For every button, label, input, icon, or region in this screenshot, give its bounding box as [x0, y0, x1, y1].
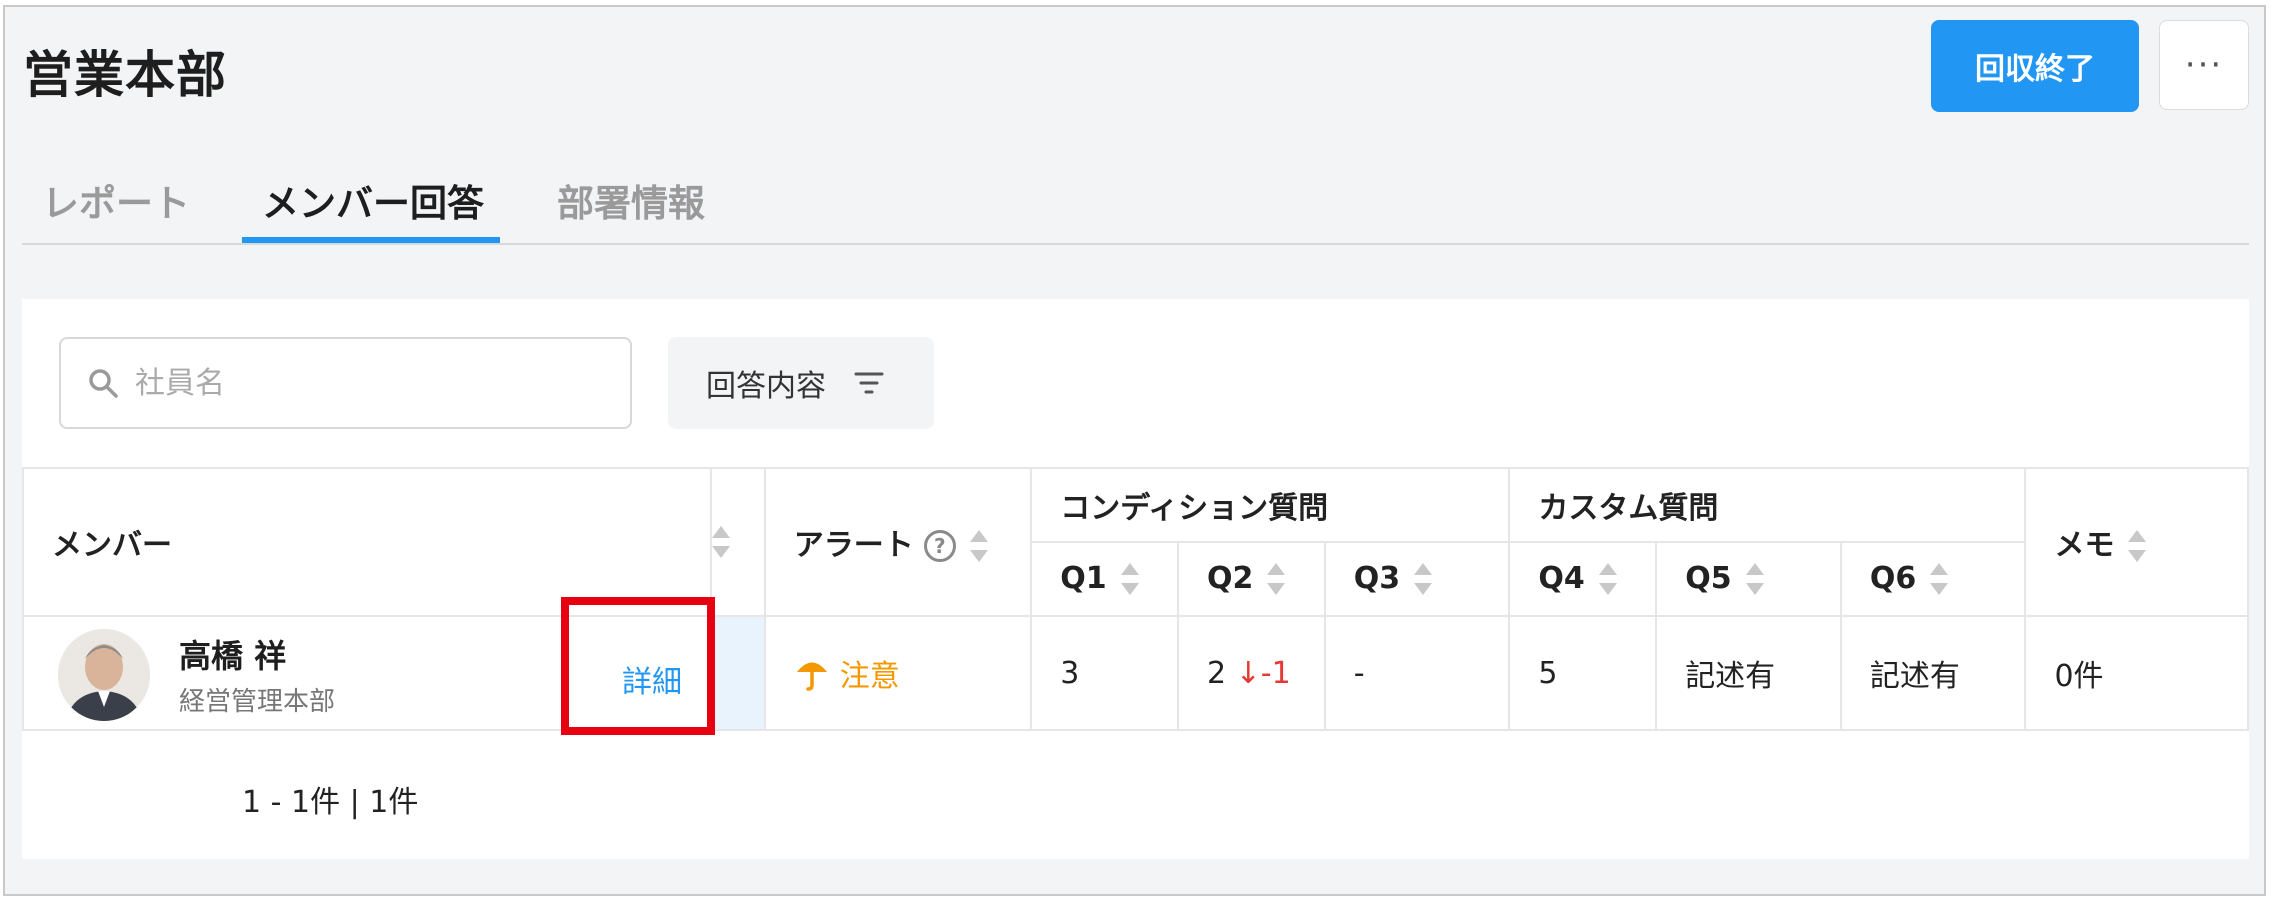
answer-filter-label: 回答内容 — [706, 369, 826, 404]
column-group-custom: カスタム質問 — [1508, 467, 2027, 543]
member-cell: 高橋 祥 経営管理本部 詳細 — [22, 615, 711, 731]
tab-bar: レポート メンバー回答 部署情報 — [22, 157, 2249, 245]
search-input[interactable] — [133, 364, 557, 402]
alert-cell: 注意 — [763, 615, 1033, 731]
memo-link[interactable]: 0件 — [2024, 615, 2249, 731]
member-department: 経営管理本部 — [179, 687, 336, 717]
detail-link[interactable]: 詳細 — [622, 657, 682, 701]
column-header-memo[interactable]: メモ — [2024, 467, 2249, 617]
column-header-q2[interactable]: Q2 — [1177, 541, 1326, 617]
sort-icon[interactable] — [969, 528, 988, 564]
member-name: 高橋 祥 — [179, 637, 287, 675]
tab-report[interactable]: レポート — [42, 173, 190, 227]
active-tab-indicator — [242, 237, 500, 243]
sort-icon[interactable] — [1267, 561, 1286, 597]
table-row: 高橋 祥 経営管理本部 詳細 注意 3 2 ↓-1 - 5 記述有 記述有 0件 — [22, 615, 2249, 731]
sort-icon[interactable] — [2128, 528, 2147, 564]
alert-label: 注意 — [839, 659, 900, 694]
member-answers-table: メンバー アラート? コンディション質問 カスタム質問 メモ Q1 Q2 Q3 … — [22, 467, 2249, 731]
sort-icon[interactable] — [1120, 561, 1139, 597]
pagination-summary: 1 - 1件 | 1件 — [242, 785, 419, 820]
column-group-condition: コンディション質問 — [1030, 467, 1511, 543]
q2-cell: 2 ↓-1 — [1177, 615, 1326, 731]
umbrella-icon — [796, 662, 827, 691]
column-header-q1[interactable]: Q1 — [1030, 541, 1179, 617]
tab-department-info[interactable]: 部署情報 — [557, 173, 705, 227]
end-collection-button[interactable]: 回収終了 — [1931, 20, 2139, 112]
column-header-alert[interactable]: アラート? — [763, 467, 1033, 617]
results-card: 回答内容 メンバー — [22, 299, 2249, 859]
q5-value[interactable]: 記述有 — [1655, 615, 1842, 731]
tab-member-answers[interactable]: メンバー回答 — [262, 173, 484, 227]
q1-value: 3 — [1030, 615, 1179, 731]
avatar — [58, 629, 150, 721]
sort-icon[interactable] — [711, 524, 730, 560]
column-header-sort-extra[interactable] — [710, 467, 766, 617]
column-header-q3[interactable]: Q3 — [1323, 541, 1511, 617]
page-title: 営業本部 — [23, 46, 227, 104]
app-frame: 営業本部 回収終了 ··· レポート メンバー回答 部署情報 回答内容 — [3, 5, 2266, 896]
q2-value: 2 — [1207, 655, 1227, 691]
q2-change: ↓-1 — [1235, 655, 1291, 691]
sort-icon[interactable] — [1930, 561, 1949, 597]
q3-value: - — [1323, 615, 1511, 731]
q6-value[interactable]: 記述有 — [1839, 615, 2027, 731]
more-icon: ··· — [2184, 45, 2224, 85]
row-selection-cell — [709, 615, 766, 731]
help-icon[interactable]: ? — [923, 530, 956, 563]
more-options-button[interactable]: ··· — [2159, 20, 2249, 110]
sort-icon[interactable] — [1414, 561, 1433, 597]
search-icon — [89, 369, 118, 398]
q4-value: 5 — [1508, 615, 1658, 731]
column-header-member: メンバー — [22, 467, 712, 617]
answer-filter-button[interactable]: 回答内容 — [668, 337, 934, 429]
sort-icon[interactable] — [1598, 561, 1617, 597]
filter-icon — [854, 372, 884, 394]
search-field[interactable] — [59, 337, 632, 429]
column-header-q6[interactable]: Q6 — [1839, 541, 2027, 617]
column-header-q5[interactable]: Q5 — [1655, 541, 1842, 617]
sort-icon[interactable] — [1745, 561, 1764, 597]
column-header-q4[interactable]: Q4 — [1508, 541, 1658, 617]
